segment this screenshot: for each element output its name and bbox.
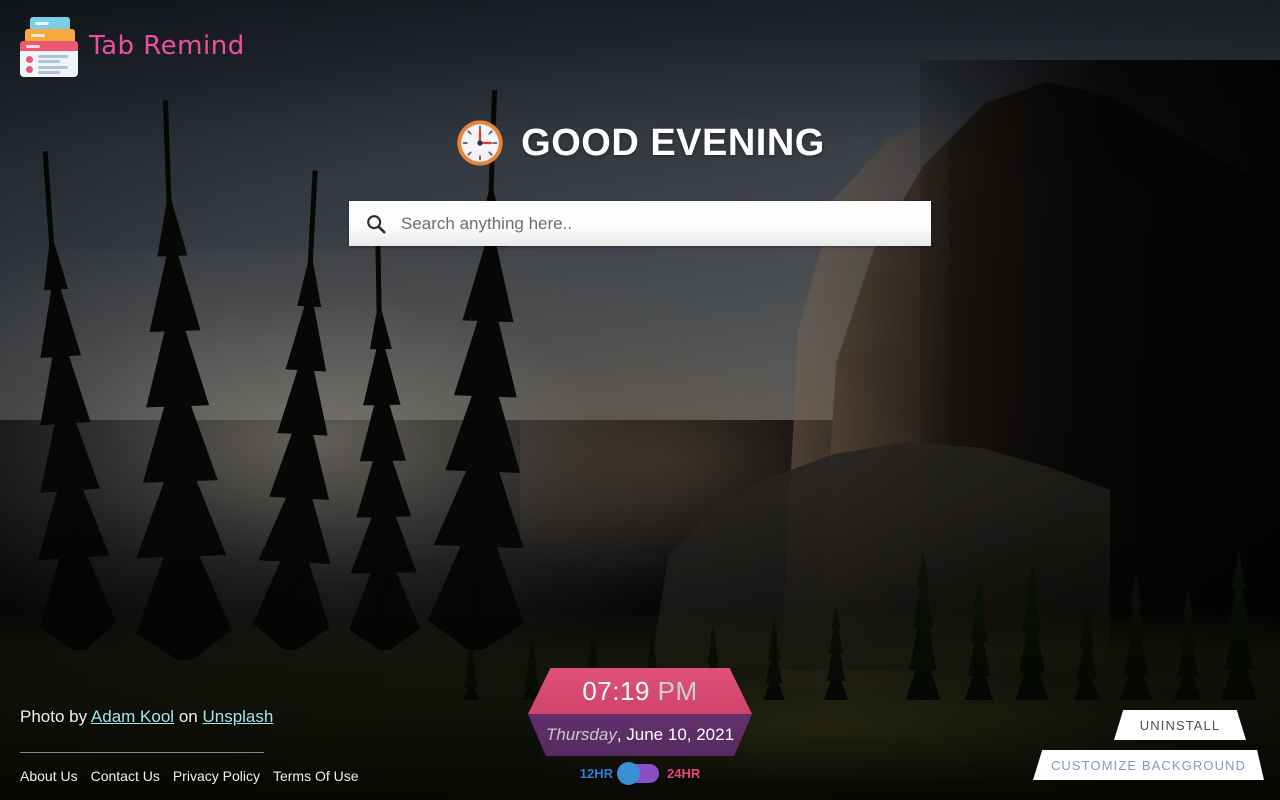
- time-format-toggle-row: 12HR 24HR: [500, 762, 780, 785]
- clock-widget: 07:19 PM Thursday, June 10, 2021 12HR 24…: [500, 668, 780, 785]
- date-banner: Thursday, June 10, 2021: [528, 714, 752, 756]
- toggle-knob[interactable]: [617, 762, 640, 785]
- customize-background-button[interactable]: CUSTOMIZE BACKGROUND: [1033, 750, 1264, 780]
- search-input[interactable]: [387, 201, 931, 246]
- footer-links: About Us Contact Us Privacy Policy Terms…: [20, 768, 359, 784]
- date-text: Thursday, June 10, 2021: [546, 725, 734, 745]
- clock-icon: [457, 120, 503, 166]
- photo-source-link[interactable]: Unsplash: [202, 707, 273, 726]
- footer-link-about-us[interactable]: About Us: [20, 768, 78, 784]
- footer-link-contact-us[interactable]: Contact Us: [91, 768, 160, 784]
- credit-prefix: Photo by: [20, 707, 88, 726]
- footer-link-terms-of-use[interactable]: Terms Of Use: [273, 768, 359, 784]
- stacked-tabs-icon: [20, 15, 80, 77]
- search-icon: [367, 214, 386, 234]
- time-meridiem: PM: [657, 675, 698, 706]
- time-format-toggle[interactable]: [617, 762, 659, 785]
- footer-link-privacy-policy[interactable]: Privacy Policy: [173, 768, 260, 784]
- time-text: 07:19 PM: [582, 676, 697, 707]
- customize-background-button-label: CUSTOMIZE BACKGROUND: [1050, 757, 1247, 773]
- date-day-of-week: Thursday: [545, 725, 617, 744]
- date-remainder: , June 10, 2021: [616, 725, 735, 744]
- greeting-row: GOOD EVENING: [0, 118, 1280, 168]
- photo-credit: Photo by Adam Kool on Unsplash: [20, 707, 273, 727]
- footer-divider: [20, 752, 264, 753]
- uninstall-button[interactable]: UNINSTALL: [1114, 710, 1246, 740]
- photo-author-link[interactable]: Adam Kool: [91, 707, 174, 726]
- time-value: 07:19: [582, 675, 650, 706]
- uninstall-button-label: UNINSTALL: [1139, 717, 1221, 733]
- brand-name: Tab Remind: [89, 31, 245, 61]
- toggle-label-24hr[interactable]: 24HR: [667, 766, 700, 781]
- toggle-label-12hr[interactable]: 12HR: [580, 766, 613, 781]
- search-bar[interactable]: [349, 201, 931, 246]
- credit-middle: on: [178, 707, 198, 726]
- brand-logo[interactable]: Tab Remind: [20, 15, 245, 77]
- greeting-text: GOOD EVENING: [521, 121, 825, 164]
- time-banner: 07:19 PM: [528, 668, 752, 714]
